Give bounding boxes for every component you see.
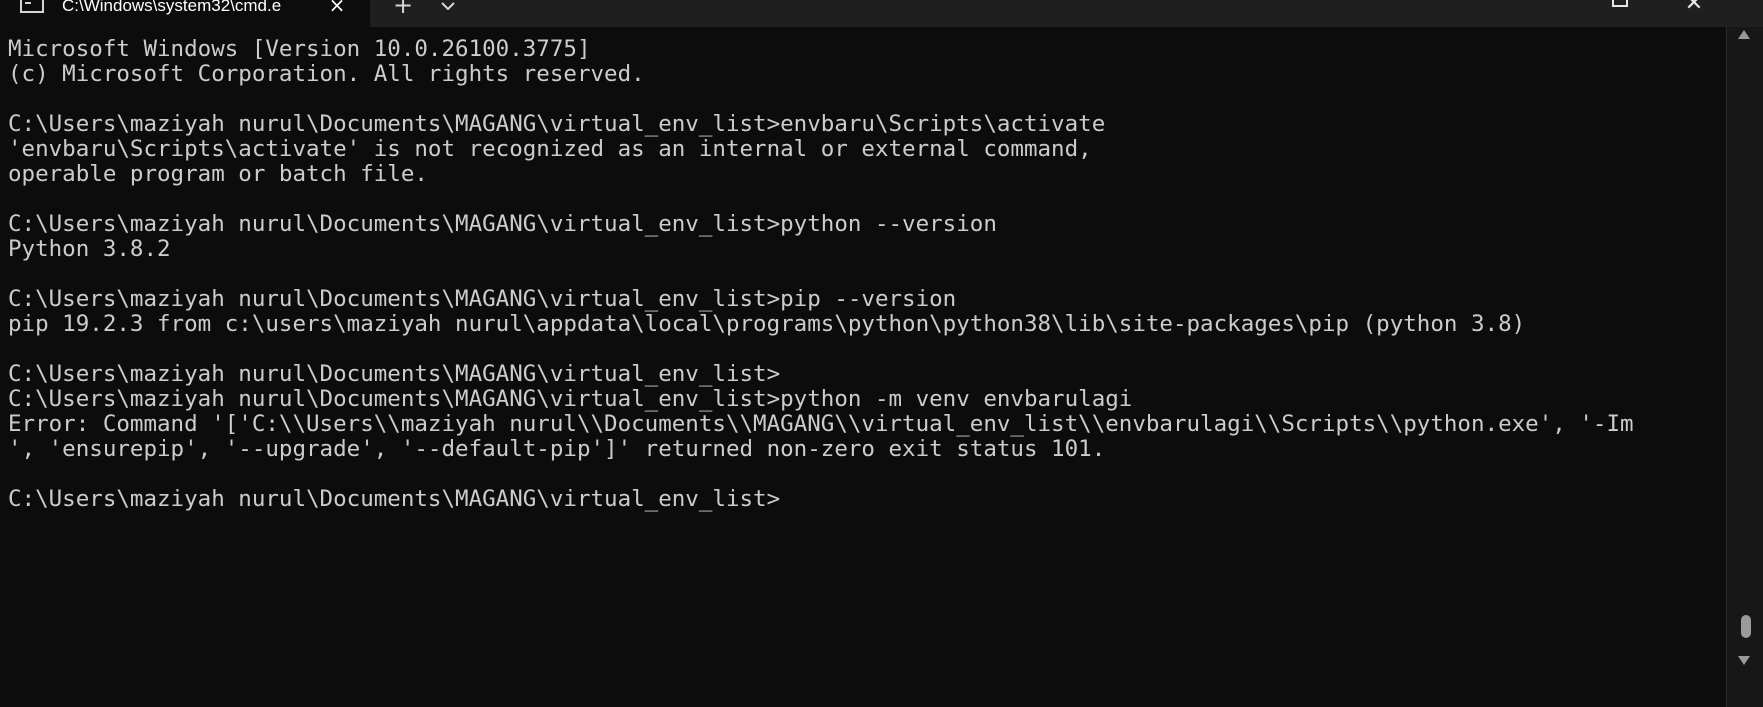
terminal-line: 'envbaru\Scripts\activate' is not recogn… — [8, 136, 1092, 162]
terminal-line: Error: Command '['C:\\Users\\maziyah nur… — [8, 411, 1634, 437]
terminal-window: C:\Windows\system32\cmd.e × + ✕ Microsof… — [0, 0, 1763, 707]
terminal-line: C:\Users\maziyah nurul\Documents\MAGANG\… — [8, 386, 1133, 412]
terminal-line: (c) Microsoft Corporation. All rights re… — [8, 61, 645, 87]
maximize-icon[interactable] — [1612, 0, 1628, 7]
tab-close-button[interactable]: × — [325, 0, 349, 17]
arrow-down-icon[interactable] — [1738, 656, 1750, 665]
terminal-line: operable program or batch file. — [8, 161, 428, 187]
terminal-line: Python 3.8.2 — [8, 236, 171, 262]
console-output[interactable]: Microsoft Windows [Version 10.0.26100.37… — [0, 27, 1726, 707]
terminal-line: C:\Users\maziyah nurul\Documents\MAGANG\… — [8, 361, 781, 387]
title-bar: C:\Windows\system32\cmd.e × + ✕ — [0, 0, 1763, 28]
terminal-icon — [20, 0, 44, 13]
arrow-up-icon[interactable] — [1738, 30, 1750, 39]
terminal-tab[interactable]: C:\Windows\system32\cmd.e × — [0, 0, 370, 28]
terminal-line: ', 'ensurepip', '--upgrade', '--default-… — [8, 436, 1106, 462]
terminal-line: Microsoft Windows [Version 10.0.26100.37… — [8, 36, 591, 62]
terminal-line: C:\Users\maziyah nurul\Documents\MAGANG\… — [8, 486, 781, 512]
new-tab-button[interactable]: + — [390, 0, 416, 18]
terminal-line: pip 19.2.3 from c:\users\maziyah nurul\a… — [8, 311, 1526, 337]
chevron-down-icon[interactable] — [436, 0, 460, 18]
vertical-scrollbar[interactable] — [1726, 27, 1763, 707]
close-window-button[interactable]: ✕ — [1680, 0, 1708, 16]
scrollbar-thumb[interactable] — [1741, 615, 1751, 638]
terminal-line: C:\Users\maziyah nurul\Documents\MAGANG\… — [8, 111, 1106, 137]
terminal-line: C:\Users\maziyah nurul\Documents\MAGANG\… — [8, 211, 997, 237]
tab-title: C:\Windows\system32\cmd.e — [62, 0, 282, 15]
terminal-line: C:\Users\maziyah nurul\Documents\MAGANG\… — [8, 286, 957, 312]
